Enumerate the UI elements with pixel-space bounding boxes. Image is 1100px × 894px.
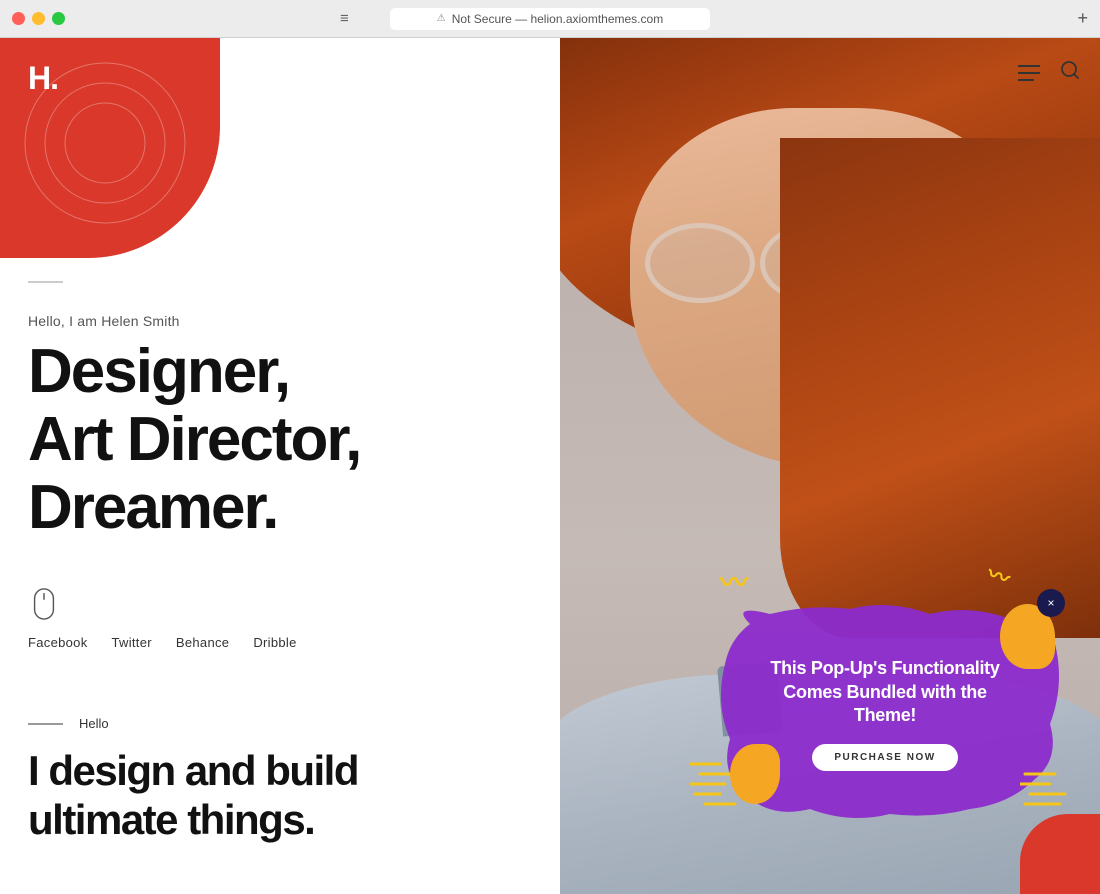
browser-new-tab-button[interactable]: +	[1077, 8, 1088, 29]
hamburger-line-mid	[1018, 72, 1040, 74]
browser-lines-icon: ≡	[340, 10, 349, 27]
dot-yellow[interactable]	[32, 12, 45, 25]
dot-red[interactable]	[12, 12, 25, 25]
popup-text-content: This Pop-Up's Functionality Comes Bundle…	[720, 594, 1060, 834]
section-headline-line2: ultimate things.	[28, 796, 358, 844]
popup-close-button[interactable]: ×	[1037, 589, 1065, 617]
hero-headline: Designer, Art Director, Dreamer.	[28, 338, 360, 543]
popup-container: × 〰 〰	[720, 594, 1060, 834]
lock-icon: ⚠	[437, 13, 446, 24]
browser-chrome: ≡ ⚠ Not Secure — helion.axiomthemes.com …	[0, 0, 1100, 38]
section-label: Hello	[79, 716, 109, 731]
popup-purchase-button[interactable]: PURCHASE NOW	[812, 744, 957, 771]
social-facebook[interactable]: Facebook	[28, 635, 88, 650]
social-dribble[interactable]: Dribble	[253, 635, 296, 650]
popup-overlay: × 〰 〰	[720, 594, 1080, 834]
browser-address-bar[interactable]: ⚠ Not Secure — helion.axiomthemes.com	[390, 8, 710, 30]
headline-line2: Art Director,	[28, 406, 360, 474]
search-button[interactable]	[1060, 60, 1080, 85]
section-headline-line1: I design and build	[28, 747, 358, 795]
site-logo[interactable]: H.	[28, 60, 58, 97]
hamburger-line-bot	[1018, 79, 1034, 81]
right-panel: × 〰 〰	[560, 38, 1100, 894]
popup-message: This Pop-Up's Functionality Comes Bundle…	[750, 657, 1020, 727]
social-twitter[interactable]: Twitter	[112, 635, 152, 650]
greeting-text: Hello, I am Helen Smith	[28, 313, 180, 329]
browser-url: Not Secure — helion.axiomthemes.com	[452, 12, 663, 26]
bottom-section: Hello I design and build ultimate things…	[28, 716, 358, 844]
main-content: H. Hello, I am Helen Smith Designer, Art…	[0, 38, 1100, 894]
scroll-icon	[33, 588, 55, 625]
browser-dots	[12, 12, 65, 25]
hamburger-menu[interactable]	[1018, 65, 1040, 81]
hair-right	[780, 138, 1100, 638]
section-label-group: Hello	[28, 716, 358, 731]
section-headline: I design and build ultimate things.	[28, 747, 358, 844]
dot-green[interactable]	[52, 12, 65, 25]
section-line	[28, 723, 63, 725]
headline-line3: Dreamer.	[28, 474, 360, 542]
close-x-icon: ×	[1047, 596, 1054, 610]
social-links: Facebook Twitter Behance Dribble	[28, 635, 297, 650]
hamburger-line-top	[1018, 65, 1040, 67]
glasses-left	[645, 223, 755, 303]
social-behance[interactable]: Behance	[176, 635, 229, 650]
headline-line1: Designer,	[28, 338, 360, 406]
divider-line	[28, 281, 63, 283]
left-panel: H. Hello, I am Helen Smith Designer, Art…	[0, 38, 560, 894]
right-nav	[1018, 60, 1080, 85]
deco-squiggle-topleft: 〰	[720, 569, 748, 597]
